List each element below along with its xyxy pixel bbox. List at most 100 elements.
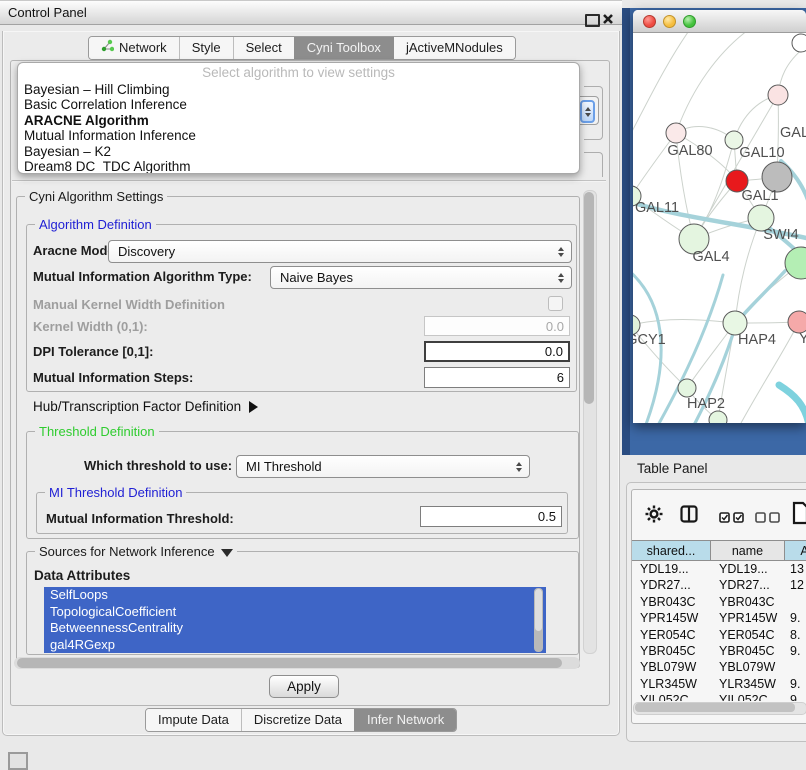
tab-style[interactable]: Style	[179, 37, 233, 59]
which-threshold-select[interactable]: MI Threshold	[236, 455, 530, 478]
table-cell[interactable]: YDR27...	[711, 577, 785, 593]
network-node[interactable]	[678, 379, 696, 397]
mi-type-select[interactable]: Naive Bayes	[270, 266, 572, 289]
close-traffic-light-icon[interactable]	[643, 15, 656, 28]
tab-impute-data[interactable]: Impute Data	[146, 709, 241, 731]
network-node[interactable]	[788, 311, 806, 333]
mi-threshold-group-title: MI Threshold Definition	[45, 485, 186, 500]
table-row[interactable]: YDR27...YDR27...12	[632, 577, 806, 593]
table-row[interactable]: YDL19...YDL19...13	[632, 561, 806, 577]
mi-threshold-label: Mutual Information Threshold:	[46, 511, 234, 526]
table-cell[interactable]	[785, 659, 806, 675]
table-cell[interactable]: YLR345W	[632, 676, 711, 692]
collapse-down-icon	[221, 549, 233, 557]
network-edge	[633, 33, 693, 141]
table-hscrollbar-thumb[interactable]	[635, 703, 795, 712]
algorithm-option-bayesian-k2[interactable]: Bayesian – K2	[18, 144, 579, 159]
table-cell[interactable]: YDL19...	[711, 561, 785, 577]
checked-checkboxes-icon[interactable]	[719, 510, 745, 528]
table-cell[interactable]: YIL052C	[711, 692, 785, 701]
manual-kernel-checkbox[interactable]	[548, 296, 563, 311]
minimize-traffic-light-icon[interactable]	[663, 15, 676, 28]
tab-infer-network[interactable]: Infer Network	[354, 709, 456, 731]
table-cell[interactable]: YIL052C	[632, 692, 711, 701]
table-cell[interactable]: YDL19...	[632, 561, 711, 577]
network-node[interactable]	[768, 85, 788, 105]
network-node[interactable]	[792, 34, 806, 52]
sources-group-title[interactable]: Sources for Network Inference	[35, 544, 237, 559]
table-cell[interactable]: 13	[785, 561, 806, 577]
network-node[interactable]	[666, 123, 686, 143]
algorithm-option-aracne-algorithm[interactable]: ARACNE Algorithm	[18, 113, 579, 128]
column-header-shared[interactable]: shared...	[632, 540, 711, 561]
table-row[interactable]: YPR145WYPR145W9.	[632, 610, 806, 626]
algorithm-option-bayesian-hill-climbing[interactable]: Bayesian – Hill Climbing	[18, 82, 579, 97]
algorithm-definition-title: Algorithm Definition	[35, 217, 156, 232]
column-header-a[interactable]: A	[785, 540, 806, 561]
node-label: GAL4	[692, 249, 729, 265]
float-window-icon[interactable]	[585, 14, 600, 27]
table-cell[interactable]	[785, 594, 806, 610]
attribute-item-topologicalcoefficient[interactable]: TopologicalCoefficient	[44, 604, 546, 621]
algorithm-option-mutual-information-inference[interactable]: Mutual Information Inference	[18, 128, 579, 143]
table-cell[interactable]: YBR043C	[711, 594, 785, 610]
network-node[interactable]	[785, 247, 806, 279]
table-row[interactable]: YBR045CYBR045C9.	[632, 643, 806, 659]
network-window-titlebar[interactable]	[633, 10, 806, 33]
algorithm-option-basic-correlation-inference[interactable]: Basic Correlation Inference	[18, 97, 579, 112]
mi-steps-input[interactable]	[424, 367, 570, 388]
attribute-item-betweennesscentrality[interactable]: BetweennessCentrality	[44, 620, 546, 637]
hub-definition-toggle[interactable]: Hub/Transcription Factor Definition	[33, 399, 258, 414]
table-cell[interactable]: YBL079W	[632, 659, 711, 675]
table-cell[interactable]: YBL079W	[711, 659, 785, 675]
table-cell[interactable]: 9.	[785, 643, 806, 659]
tab-cyni-toolbox[interactable]: Cyni Toolbox	[294, 37, 393, 59]
data-attributes-list[interactable]: SelfLoopsTopologicalCoefficientBetweenne…	[44, 587, 546, 653]
table-cell[interactable]: YBR045C	[711, 643, 785, 659]
table-row[interactable]: YLR345WYLR345W9.	[632, 676, 806, 692]
tab-discretize-data[interactable]: Discretize Data	[241, 709, 354, 731]
table-cell[interactable]: 9.	[785, 676, 806, 692]
kernel-width-input[interactable]	[424, 316, 570, 336]
algorithm-option-dream8-dc-tdc-algorithm[interactable]: Dream8 DC_TDC Algorithm	[18, 159, 579, 174]
table-row[interactable]: YER054CYER054C8.	[632, 627, 806, 643]
table-cell[interactable]: YPR145W	[711, 610, 785, 626]
table-cell[interactable]: YBR045C	[632, 643, 711, 659]
attribute-item-gal4rgexp[interactable]: gal4RGexp	[44, 637, 546, 654]
tab-network[interactable]: Network	[89, 37, 179, 59]
tab-jactivemnodules[interactable]: jActiveMNodules	[393, 37, 515, 59]
table-cell[interactable]: YPR145W	[632, 610, 711, 626]
column-header-name[interactable]: name	[711, 540, 785, 561]
dpi-tolerance-input[interactable]	[424, 341, 570, 362]
network-node[interactable]	[709, 411, 727, 423]
dock-window-icon[interactable]	[8, 752, 28, 770]
settings-vscrollbar-thumb[interactable]	[584, 192, 594, 404]
attributes-scrollbar-thumb[interactable]	[535, 589, 542, 631]
network-edge-weighted	[779, 385, 806, 423]
table-cell[interactable]: 9	[785, 692, 806, 701]
table-cell[interactable]: 9.	[785, 610, 806, 626]
split-columns-icon[interactable]	[680, 505, 698, 528]
table-row[interactable]: YBR043CYBR043C	[632, 594, 806, 610]
table-cell[interactable]: YLR345W	[711, 676, 785, 692]
table-cell[interactable]: YBR043C	[632, 594, 711, 610]
mi-threshold-input[interactable]	[420, 506, 562, 527]
attribute-item-selfloops[interactable]: SelfLoops	[44, 587, 546, 604]
table-row[interactable]: YIL052CYIL052C9	[632, 692, 806, 701]
table-row[interactable]: YBL079WYBL079W	[632, 659, 806, 675]
table-cell[interactable]: YER054C	[632, 627, 711, 643]
aracne-mode-select[interactable]: Discovery	[108, 240, 572, 263]
table-cell[interactable]: 8.	[785, 627, 806, 643]
network-canvas[interactable]: GALGAL80GAL10GAL1GAL11SWI4GAL4GCY1HAP4YH…	[633, 33, 806, 423]
table-cell[interactable]: YER054C	[711, 627, 785, 643]
settings-hscrollbar-thumb[interactable]	[17, 658, 562, 668]
zoom-traffic-light-icon[interactable]	[683, 15, 696, 28]
close-icon[interactable]	[602, 12, 614, 24]
table-cell[interactable]: YDR27...	[632, 577, 711, 593]
tab-select[interactable]: Select	[233, 37, 294, 59]
unchecked-checkboxes-icon[interactable]	[755, 510, 781, 528]
table-cell[interactable]: 12	[785, 577, 806, 593]
gear-icon[interactable]	[645, 505, 663, 528]
apply-button[interactable]: Apply	[269, 675, 339, 698]
document-icon[interactable]	[792, 501, 806, 530]
